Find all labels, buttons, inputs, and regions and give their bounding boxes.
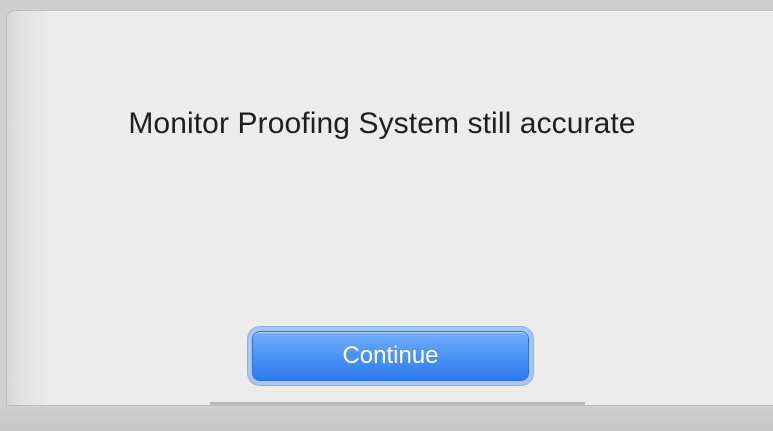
dialog-edge-shadow: [7, 11, 47, 405]
window-backdrop: Monitor Proofing System still accurate C…: [0, 0, 773, 431]
window-bottom-band: [0, 406, 773, 431]
alert-dialog: Monitor Proofing System still accurate C…: [6, 10, 773, 406]
continue-button[interactable]: Continue: [252, 331, 529, 381]
alert-message: Monitor Proofing System still accurate: [128, 107, 636, 140]
